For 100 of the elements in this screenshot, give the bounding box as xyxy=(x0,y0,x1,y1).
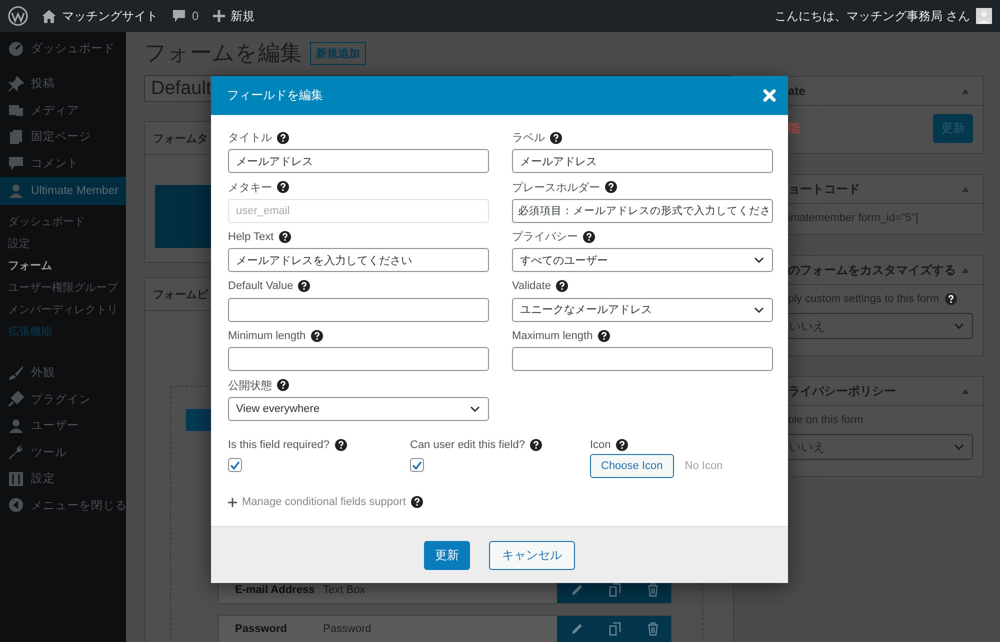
collapse-icon[interactable] xyxy=(962,268,969,272)
greeting-text[interactable]: こんにちは、マッチング事務局 さん xyxy=(774,8,970,24)
documents-icon xyxy=(8,128,24,145)
status-text: 能 xyxy=(788,120,800,137)
left-arrow-circle-icon xyxy=(8,497,24,514)
field-type: Password xyxy=(323,623,372,635)
field-label: Help Text xyxy=(228,230,274,242)
close-icon xyxy=(763,89,776,102)
sidebar-item[interactable]: ダッシュボード xyxy=(0,35,126,62)
help-icon xyxy=(277,132,289,144)
pencil-icon xyxy=(570,622,584,636)
chevron-down-icon xyxy=(470,406,480,412)
sidebar-item[interactable]: ユーザー xyxy=(0,412,126,439)
help-icon xyxy=(410,496,423,508)
new-link[interactable]: 新規 xyxy=(230,8,255,24)
field-label: Validate xyxy=(512,280,551,292)
gauge-icon xyxy=(8,40,24,56)
sidebar-item[interactable]: プラグイン xyxy=(0,386,126,412)
select-field[interactable]: ユニークなメールアドレス xyxy=(512,298,773,322)
field-label: Maximum length xyxy=(512,330,593,342)
help-icon xyxy=(334,438,346,450)
sidebar-item[interactable]: コメント xyxy=(0,150,126,176)
site-name-link[interactable]: マッチングサイト xyxy=(62,8,158,24)
sidebar-item[interactable]: ツール xyxy=(0,439,126,466)
help-icon xyxy=(605,181,617,193)
submenu-item[interactable]: ダッシュボード xyxy=(8,210,126,232)
cancel-button[interactable]: キャンセル xyxy=(489,540,575,570)
field-label: プライバシー xyxy=(512,230,578,244)
field-label: 公開状態 xyxy=(228,378,272,392)
comment-count[interactable]: 0 xyxy=(192,9,199,23)
settings-icon xyxy=(8,470,24,487)
sidebar-item[interactable]: Ultimate Member xyxy=(0,176,126,204)
option-label: Is this field required? xyxy=(228,438,330,450)
field-name: Password xyxy=(235,623,288,635)
field-name: E-mail Address xyxy=(235,584,316,596)
conditional-fields-link[interactable]: Manage conditional fields support xyxy=(242,496,406,508)
sidebar-item[interactable]: 固定ページ xyxy=(0,124,126,150)
help-icon xyxy=(530,438,542,450)
help-icon xyxy=(598,330,610,342)
collapse-icon[interactable] xyxy=(962,186,969,192)
field-label: Minimum length xyxy=(228,330,306,342)
sidebar-item[interactable]: メニューを閉じる xyxy=(0,492,126,518)
text-field[interactable] xyxy=(512,347,773,371)
home-icon xyxy=(42,10,56,22)
logo-icon[interactable] xyxy=(8,6,28,26)
select-field[interactable]: View everywhere xyxy=(228,396,489,420)
text-field[interactable]: 必須項目：メールアドレスの形式で入力してくださ xyxy=(512,198,773,222)
checkbox[interactable] xyxy=(410,458,424,472)
field-label: タイトル xyxy=(228,131,272,145)
chevron-down-icon xyxy=(754,306,764,312)
chevron-down-icon xyxy=(954,323,964,329)
sidebar-item[interactable]: メディア xyxy=(0,97,126,124)
submenu-item[interactable]: 設定 xyxy=(8,232,126,254)
speech-bubble-icon xyxy=(172,9,186,23)
help-icon xyxy=(298,280,310,292)
pin-icon xyxy=(8,76,24,92)
copy-icon xyxy=(608,622,622,636)
option-label: Can user edit this field? xyxy=(410,438,525,450)
help-icon xyxy=(583,230,595,242)
help-icon xyxy=(550,132,562,144)
update-button[interactable]: 更新 xyxy=(424,540,470,570)
option-label: Icon xyxy=(590,438,611,450)
help-icon xyxy=(616,438,628,450)
plug-icon xyxy=(8,391,24,408)
text-field[interactable]: メールアドレスを入力してください xyxy=(228,248,489,272)
text-field[interactable]: メールアドレス xyxy=(512,149,773,173)
user-icon xyxy=(8,182,24,198)
submenu-item[interactable]: メンバーディレクトリ xyxy=(8,298,126,320)
help-icon xyxy=(277,181,289,193)
image-icon xyxy=(8,102,24,118)
checkbox[interactable] xyxy=(228,458,242,472)
wrench-icon xyxy=(8,444,24,460)
collapse-icon[interactable] xyxy=(962,388,969,394)
sidebar-item[interactable]: 外観 xyxy=(0,360,126,386)
speech-bubble-icon xyxy=(8,155,24,172)
field-label: プレースホルダー xyxy=(512,180,600,194)
text-field[interactable] xyxy=(228,298,489,322)
sidebar-item[interactable]: 設定 xyxy=(0,466,126,492)
field-label: メタキー xyxy=(228,180,272,194)
field-label: ラベル xyxy=(512,131,545,145)
submenu-item[interactable]: フォーム xyxy=(8,254,126,276)
choose-icon-button[interactable]: Choose Icon xyxy=(590,454,674,478)
dialog-title: フィールドを編集 xyxy=(227,87,323,104)
text-field[interactable] xyxy=(228,347,489,371)
add-new-button[interactable]: 新規追加 xyxy=(310,42,366,64)
sidebar-item[interactable]: 投稿 xyxy=(0,70,126,97)
help-icon xyxy=(310,330,323,342)
text-field[interactable]: メールアドレス xyxy=(228,149,489,173)
chevron-down-icon xyxy=(754,257,764,263)
plus-icon xyxy=(212,10,225,22)
trash-icon xyxy=(646,583,658,597)
select-field[interactable]: すべてのユーザー xyxy=(512,248,773,272)
help-icon xyxy=(945,293,957,305)
submenu-item[interactable]: ユーザー権限グループ xyxy=(8,276,126,298)
close-button[interactable] xyxy=(763,89,776,102)
icon-status: No Icon xyxy=(684,460,723,472)
brush-icon xyxy=(8,364,24,381)
submenu-item[interactable]: 拡張機能 xyxy=(8,320,126,342)
collapse-icon[interactable] xyxy=(962,88,969,94)
plus-icon xyxy=(228,498,237,506)
